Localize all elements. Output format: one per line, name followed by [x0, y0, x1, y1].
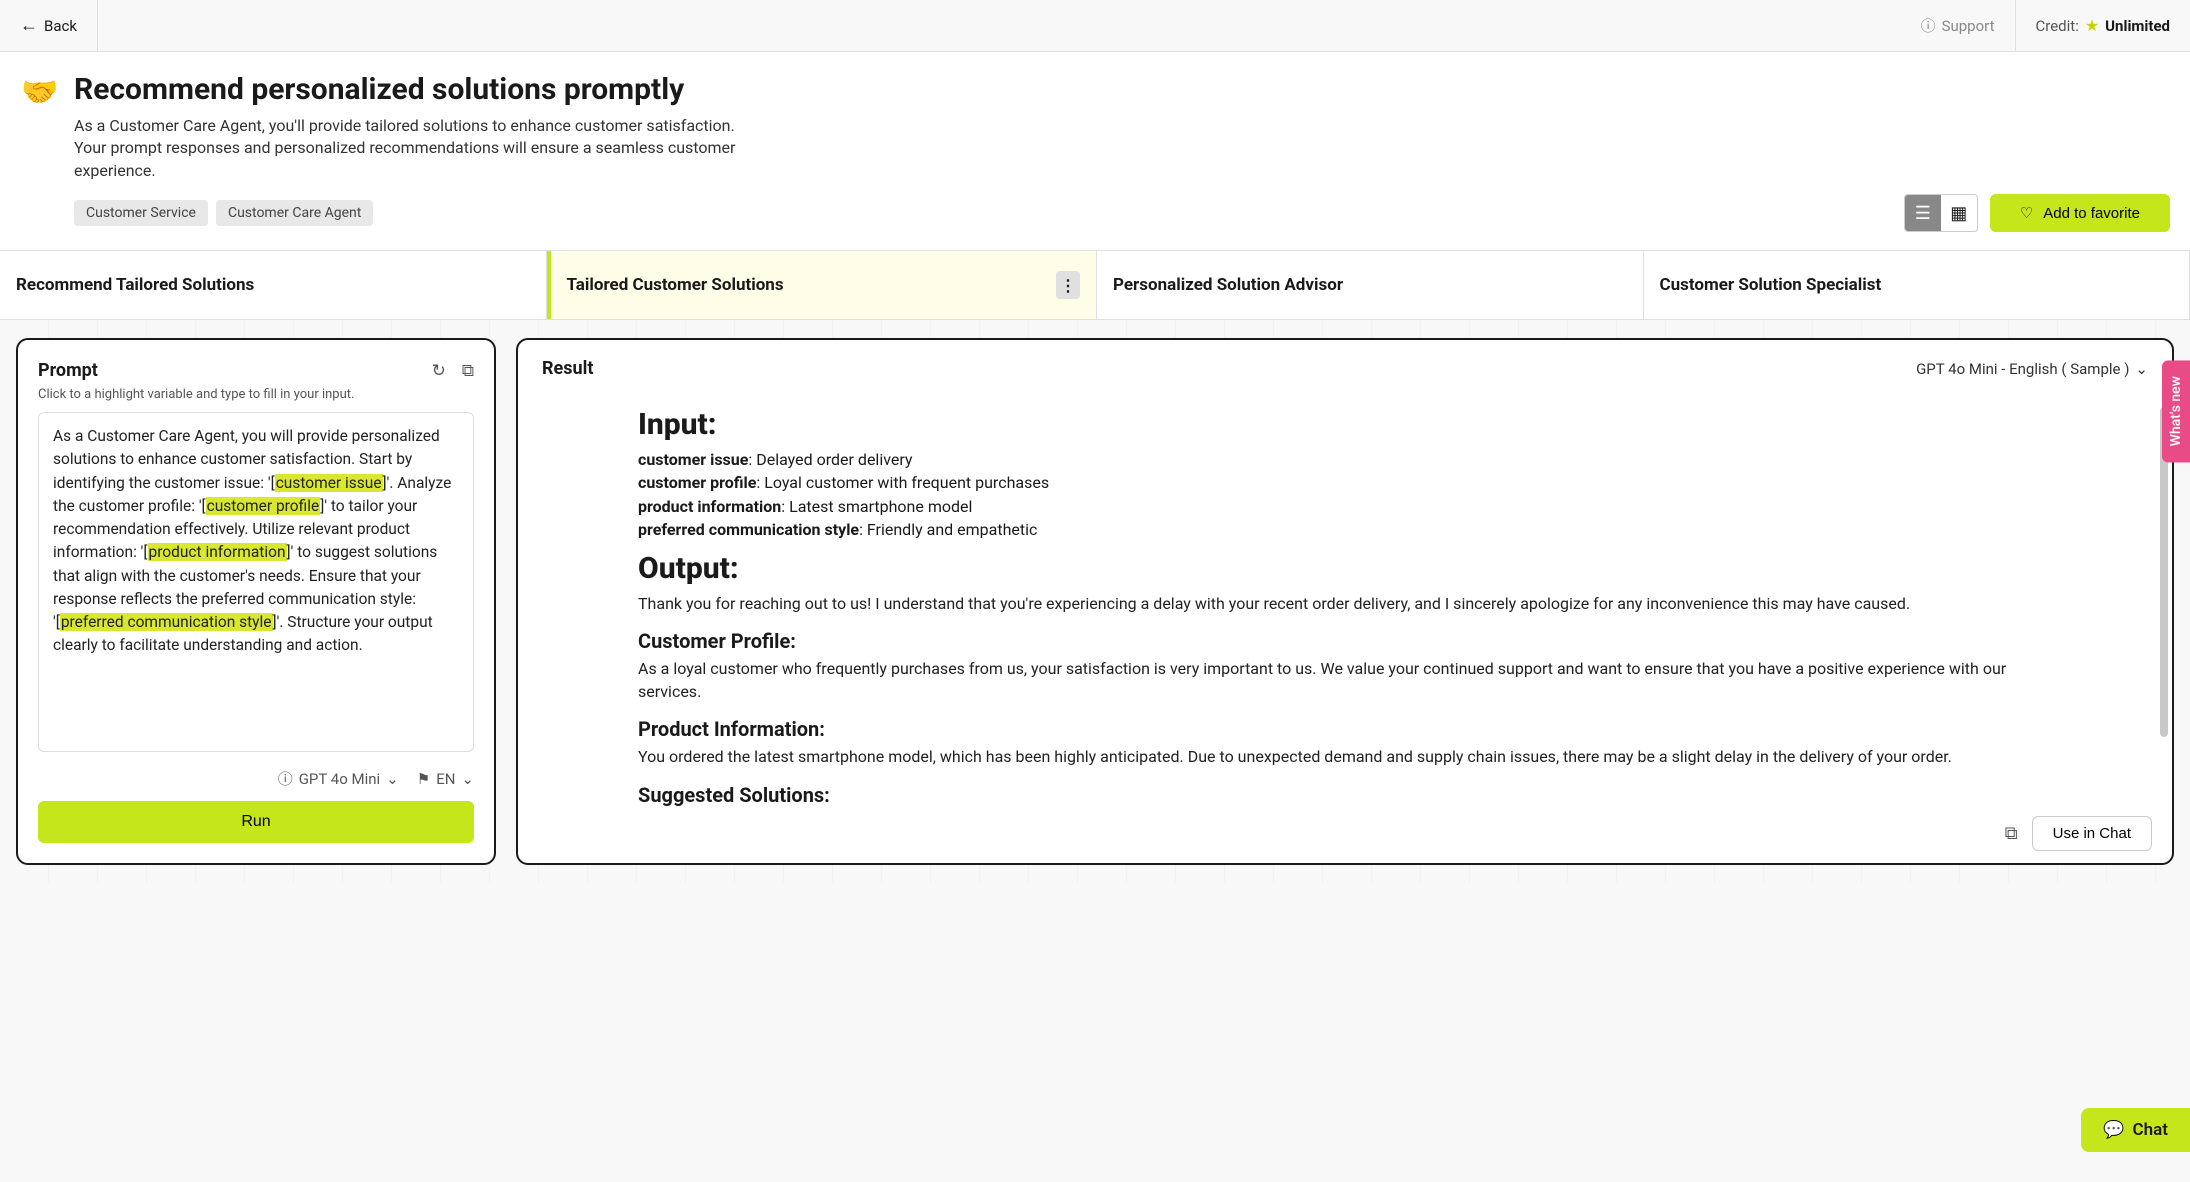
flag-icon: ⚑	[417, 770, 430, 788]
chat-icon: 💬	[2103, 1120, 2124, 1140]
tab-label: Tailored Customer Solutions	[567, 275, 784, 295]
refresh-button[interactable]: ↻	[432, 361, 446, 381]
grid-icon: ▦	[1950, 203, 1967, 224]
copy-prompt-button[interactable]: ⧉	[462, 361, 474, 381]
page-description: As a Customer Care Agent, you'll provide…	[74, 115, 754, 182]
output-heading: Output:	[638, 551, 2052, 586]
dots-vertical-icon: ⋮	[1060, 276, 1076, 295]
credit-value: Unlimited	[2105, 17, 2170, 35]
language-selector[interactable]: ⚑ EN ⌄	[417, 770, 474, 788]
chat-button[interactable]: 💬 Chat	[2081, 1108, 2190, 1152]
section-suggested-solutions-heading: Suggested Solutions:	[638, 783, 2052, 807]
result-content[interactable]: Input: customer issue: Delayed order del…	[518, 387, 2172, 863]
tab-recommend-tailored[interactable]: Recommend Tailored Solutions	[0, 251, 547, 319]
tab-solution-specialist[interactable]: Customer Solution Specialist	[1644, 251, 2190, 319]
credit-display: Credit: ★ Unlimited	[2016, 0, 2190, 51]
result-panel: Result GPT 4o Mini - English ( Sample ) …	[516, 338, 2174, 865]
run-button[interactable]: Run	[38, 801, 474, 843]
handshake-icon: 🤝	[20, 72, 60, 112]
tab-more-button[interactable]: ⋮	[1056, 271, 1080, 299]
copy-result-button[interactable]: ⧉	[2005, 823, 2018, 844]
tab-label: Customer Solution Specialist	[1660, 275, 1882, 295]
tag-customer-service[interactable]: Customer Service	[74, 200, 208, 226]
star-icon: ★	[2085, 16, 2099, 35]
support-link[interactable]: ⓘ Support	[1901, 0, 2016, 51]
list-icon: ☰	[1915, 203, 1931, 224]
support-label: Support	[1942, 17, 1995, 35]
var-product-information[interactable]: product information	[148, 543, 287, 561]
use-in-chat-button[interactable]: Use in Chat	[2032, 816, 2152, 851]
back-button[interactable]: ← Back	[0, 0, 98, 51]
var-customer-issue[interactable]: customer issue	[275, 474, 383, 492]
add-favorite-button[interactable]: ♡ Add to favorite	[1990, 194, 2170, 232]
section-product-info-text: You ordered the latest smartphone model,…	[638, 745, 2052, 768]
model-selector[interactable]: ⓘ GPT 4o Mini ⌄	[278, 768, 399, 789]
arrow-left-icon: ←	[20, 15, 38, 36]
favorite-label: Add to favorite	[2043, 205, 2140, 222]
chat-label: Chat	[2133, 1120, 2168, 1140]
whats-new-tab[interactable]: What's new	[2162, 360, 2190, 462]
prompt-hint: Click to a highlight variable and type t…	[38, 387, 474, 402]
prompt-panel: Prompt ↻ ⧉ Click to a highlight variable…	[16, 338, 496, 865]
help-icon: ⓘ	[1921, 15, 1936, 36]
var-customer-profile[interactable]: customer profile	[206, 497, 321, 515]
tab-personalized-advisor[interactable]: Personalized Solution Advisor	[1097, 251, 1644, 319]
output-intro: Thank you for reaching out to us! I unde…	[638, 592, 2052, 615]
page-title: Recommend personalized solutions promptl…	[74, 72, 684, 107]
refresh-icon: ↻	[432, 361, 446, 381]
view-toggle: ☰ ▦	[1904, 194, 1978, 232]
chevron-down-icon: ⌄	[2135, 360, 2148, 378]
input-heading: Input:	[638, 407, 2052, 442]
credit-label: Credit:	[2036, 17, 2079, 35]
tab-tailored-customer[interactable]: Tailored Customer Solutions ⋮	[547, 251, 1098, 319]
section-product-info-heading: Product Information:	[638, 717, 2052, 741]
tag-customer-care-agent[interactable]: Customer Care Agent	[216, 200, 373, 226]
copy-icon: ⧉	[2005, 823, 2018, 844]
section-customer-profile-heading: Customer Profile:	[638, 629, 2052, 653]
result-title: Result	[542, 358, 593, 379]
lang-label: EN	[436, 770, 455, 788]
chevron-down-icon: ⌄	[386, 770, 399, 788]
copy-icon: ⧉	[462, 361, 474, 381]
var-communication-style[interactable]: preferred communication style	[60, 613, 273, 631]
prompt-title: Prompt	[38, 360, 98, 381]
model-label: GPT 4o Mini	[299, 770, 380, 788]
back-label: Back	[44, 17, 77, 35]
grid-view-button[interactable]: ▦	[1941, 195, 1977, 231]
result-model-label: GPT 4o Mini - English ( Sample )	[1916, 360, 2129, 378]
chevron-down-icon: ⌄	[461, 770, 474, 788]
tab-label: Recommend Tailored Solutions	[16, 275, 254, 295]
tab-label: Personalized Solution Advisor	[1113, 275, 1343, 295]
prompt-input[interactable]: As a Customer Care Agent, you will provi…	[38, 412, 474, 752]
heart-icon: ♡	[2020, 204, 2033, 222]
list-view-button[interactable]: ☰	[1905, 195, 1941, 231]
help-icon: ⓘ	[278, 768, 293, 789]
result-model-selector[interactable]: GPT 4o Mini - English ( Sample ) ⌄	[1916, 360, 2148, 378]
section-customer-profile-text: As a loyal customer who frequently purch…	[638, 657, 2052, 703]
